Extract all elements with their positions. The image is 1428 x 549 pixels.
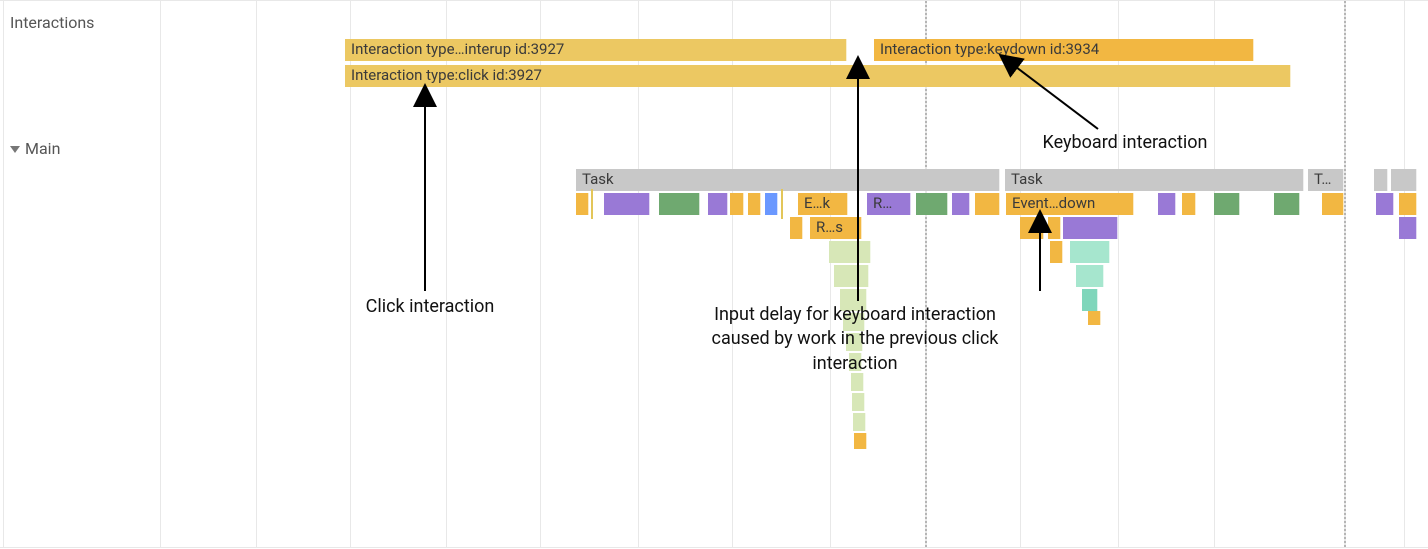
flame-slice[interactable] [1274,193,1300,215]
event-k[interactable]: E…k [798,193,848,215]
interaction-pointerup[interactable]: Interaction type…interup id:3927 [345,39,847,61]
flame-slice[interactable] [730,193,744,215]
flame-slice[interactable] [852,393,865,411]
track-label-main[interactable]: Main [10,139,60,158]
task-block[interactable] [1374,169,1388,191]
task-block[interactable] [1399,169,1417,191]
event-down[interactable]: Event…down [1006,193,1134,215]
track-label-interactions[interactable]: Interactions [10,13,94,32]
r-block[interactable]: R… [867,193,911,215]
flame-slice[interactable] [853,413,866,431]
annotation-input-delay: Input delay for keyboard interaction cau… [700,303,1010,376]
flame-slice[interactable] [1070,241,1110,263]
flame-slice[interactable] [1322,193,1344,215]
flame-slice[interactable] [975,193,1000,215]
marker-hairline [765,193,778,215]
flame-slice[interactable] [604,193,650,215]
flame-slice[interactable] [1063,217,1118,239]
flame-slice[interactable] [1088,311,1101,325]
flame-slice[interactable] [1076,265,1104,287]
flame-slice[interactable] [748,193,761,215]
interaction-click[interactable]: Interaction type:click id:3927 [345,65,1291,87]
flame-slice[interactable] [834,265,869,287]
flame-slice[interactable] [659,193,700,215]
performance-panel[interactable]: Interactions Main Interaction type…inter… [0,0,1428,548]
task-block[interactable]: Task [1005,169,1304,191]
annotation-click: Click interaction [330,295,530,319]
flame-slice[interactable] [829,241,871,263]
flame-slice[interactable] [916,193,948,215]
flame-slice[interactable] [1214,193,1240,215]
task-block[interactable]: Task [576,169,1000,191]
flame-slice[interactable] [952,193,970,215]
flame-slice[interactable] [1158,193,1176,215]
flame-slice[interactable] [1376,193,1394,215]
flame-slice[interactable] [1182,193,1196,215]
flame-slice[interactable] [1082,289,1098,311]
marker-hairline [781,189,783,219]
marker-hairline [591,189,593,219]
flame-slice[interactable] [576,193,589,215]
flame-slice[interactable] [1020,217,1044,239]
flame-slice[interactable] [1048,217,1061,239]
flame-slice[interactable] [1399,193,1417,215]
r-s-block[interactable]: R…s [810,217,862,239]
flame-slice[interactable] [790,217,803,239]
annotation-keyboard: Keyboard interaction [1010,131,1240,155]
task-block[interactable]: T… [1308,169,1344,191]
flame-slice[interactable] [708,193,728,215]
flame-slice[interactable] [1050,241,1063,263]
track-main-text: Main [25,139,60,158]
flame-slice[interactable] [854,433,867,449]
disclosure-triangle-icon[interactable] [10,146,20,153]
interaction-keydown[interactable]: Interaction type:keydown id:3934 [874,39,1254,61]
flame-slice[interactable] [1399,217,1417,239]
